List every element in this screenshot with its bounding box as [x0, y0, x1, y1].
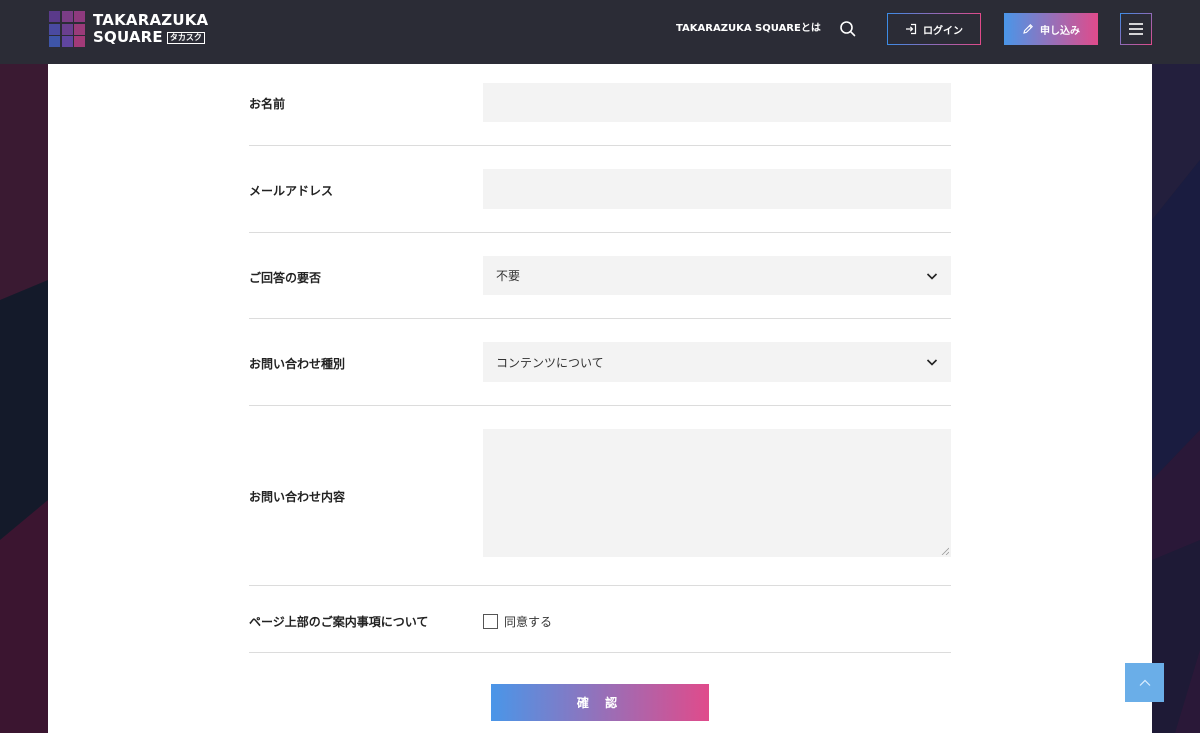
chevron-down-icon — [926, 359, 938, 366]
inquiry-type-selected-value: コンテンツについて — [496, 355, 604, 370]
confirm-button[interactable]: 確 認 — [491, 684, 709, 721]
email-label: メールアドレス — [249, 184, 334, 198]
logo-badge: タカスク — [166, 32, 205, 44]
hamburger-menu-icon — [1129, 23, 1143, 35]
resize-grip-icon[interactable] — [941, 547, 949, 555]
inquiry-body-textarea[interactable] — [483, 429, 951, 557]
inquiry-body-label: お問い合わせ内容 — [249, 490, 346, 504]
nav-about-link[interactable]: TAKARAZUKA SQUAREとは — [676, 22, 821, 36]
back-to-top-button[interactable] — [1125, 663, 1164, 702]
form-row-name: お名前 — [249, 64, 951, 146]
agree-checkbox[interactable]: 同意する — [483, 613, 552, 630]
inquiry-type-select[interactable]: コンテンツについて — [483, 342, 951, 382]
chevron-down-icon — [926, 272, 938, 280]
inquiry-type-label: お問い合わせ種別 — [249, 357, 346, 371]
logo-line2-text: SQUARE — [93, 28, 163, 46]
contact-form-panel: お名前 メールアドレス ご回答の要否 不要 お問い合わせ種別 コンテンツについて… — [48, 64, 1152, 733]
form-row-inquiry-type: お問い合わせ種別 コンテンツについて — [249, 319, 951, 406]
login-icon — [906, 23, 917, 35]
menu-button[interactable] — [1120, 13, 1152, 45]
logo-line1: TAKARAZUKA — [93, 11, 209, 29]
logo-mark-icon — [49, 11, 85, 47]
agree-checkbox-label[interactable]: 同意する — [504, 613, 552, 630]
logo-line2: SQUARE タカスク — [93, 29, 208, 46]
form-row-email: メールアドレス — [249, 146, 951, 233]
apply-label: 申し込み — [1040, 25, 1080, 37]
form-row-inquiry-body: お問い合わせ内容 — [249, 406, 951, 586]
pencil-icon — [1023, 24, 1033, 34]
form-row-agreement: ページ上部のご案内事項について 同意する — [249, 586, 951, 653]
checkbox-box[interactable] — [483, 614, 498, 629]
login-button[interactable]: ログイン — [887, 13, 981, 45]
name-label: お名前 — [249, 97, 286, 111]
apply-button[interactable]: 申し込み — [1004, 13, 1098, 45]
logo-text: TAKARAZUKA SQUARE タカスク — [93, 12, 208, 46]
login-label: ログイン — [923, 25, 963, 37]
reply-select[interactable]: 不要 — [483, 256, 951, 295]
site-logo[interactable]: TAKARAZUKA SQUARE タカスク — [49, 11, 209, 47]
name-input[interactable] — [483, 83, 951, 122]
email-input[interactable] — [483, 169, 951, 209]
form-row-reply: ご回答の要否 不要 — [249, 233, 951, 319]
chevron-up-icon — [1139, 679, 1150, 686]
site-header: TAKARAZUKA SQUARE タカスク TAKARAZUKA SQUAREと… — [0, 0, 1200, 64]
search-button[interactable] — [838, 19, 858, 39]
search-icon — [840, 21, 856, 37]
reply-selected-value: 不要 — [496, 269, 521, 283]
reply-label: ご回答の要否 — [249, 271, 322, 285]
agreement-label: ページ上部のご案内事項について — [249, 615, 429, 629]
